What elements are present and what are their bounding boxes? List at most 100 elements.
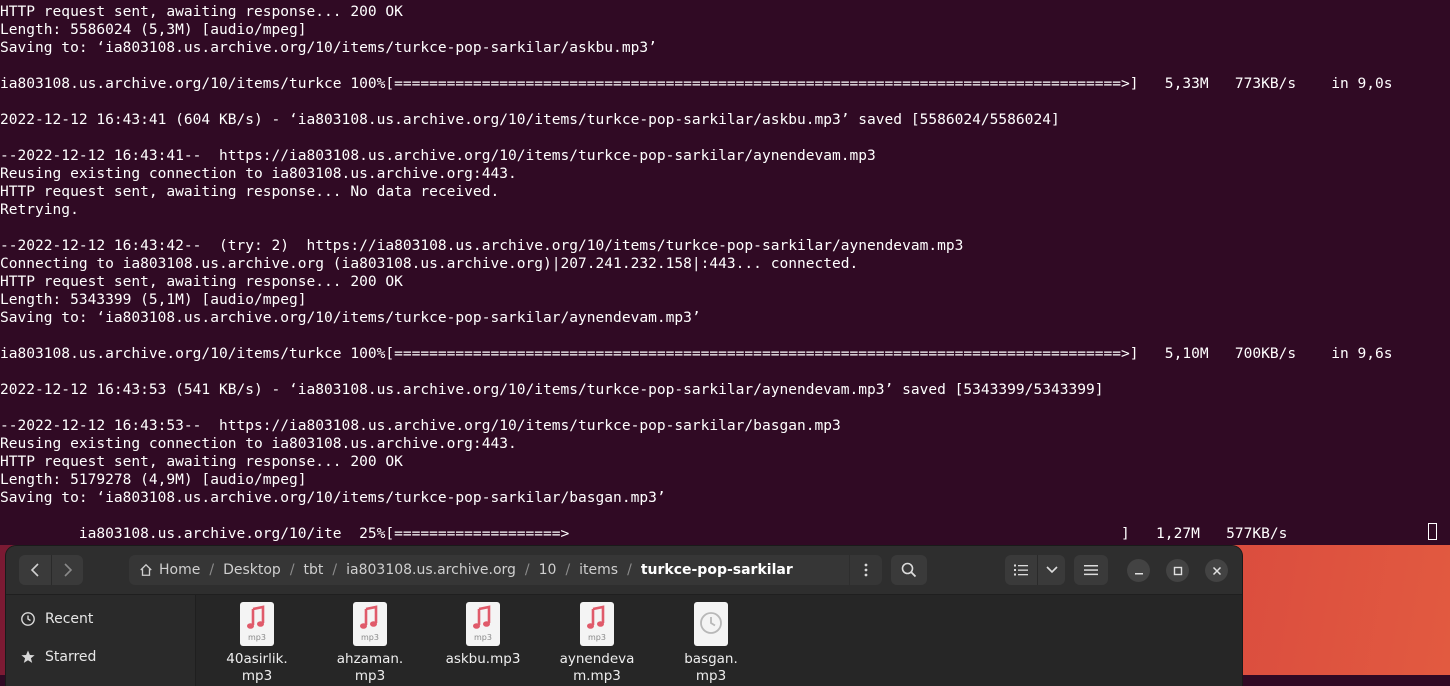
terminal-line: HTTP request sent, awaiting response... …	[0, 3, 403, 20]
terminal-line: Saving to: ‘ia803108.us.archive.org/10/i…	[0, 309, 701, 326]
terminal-line: Length: 5343399 (5,1M) [audio/mpeg]	[0, 291, 307, 308]
terminal-line: ia803108.us.archive.org/10/items/turkce …	[0, 75, 1393, 92]
list-view-button[interactable]	[1005, 555, 1037, 585]
list-view-icon	[1014, 564, 1028, 576]
minimize-button[interactable]	[1127, 559, 1150, 582]
terminal-line: Reusing existing connection to ia803108.…	[0, 165, 517, 182]
file-name: basgan. mp3	[684, 651, 738, 684]
breadcrumb-items[interactable]: items	[579, 562, 618, 578]
terminal-line: Length: 5586024 (5,3M) [audio/mpeg]	[0, 21, 307, 38]
breadcrumb-home[interactable]: Home	[159, 562, 200, 578]
path-menu-button[interactable]	[850, 555, 882, 585]
terminal-line: ia803108.us.archive.org/10/items/turkce …	[0, 345, 1393, 362]
file-name: 40asirlik. mp3	[226, 651, 288, 684]
terminal-output: HTTP request sent, awaiting response... …	[0, 3, 1393, 543]
breadcrumb-separator: /	[524, 562, 530, 578]
file-item[interactable]: mp3 ahzaman. mp3	[330, 602, 410, 685]
breadcrumb-separator: /	[289, 562, 295, 578]
file-type-badge: mp3	[588, 633, 606, 642]
breadcrumb-separator: /	[565, 562, 571, 578]
terminal-cursor	[1428, 523, 1437, 540]
breadcrumb: Home / Desktop / tbt / ia803108.us.archi…	[129, 555, 849, 585]
navigation-buttons	[19, 555, 83, 585]
breadcrumb-desktop[interactable]: Desktop	[223, 562, 281, 578]
close-button[interactable]	[1205, 559, 1228, 582]
file-manager-window[interactable]: Home / Desktop / tbt / ia803108.us.archi…	[6, 546, 1242, 686]
breadcrumb-tbt[interactable]: tbt	[304, 562, 324, 578]
chevron-right-icon	[64, 563, 73, 577]
chevron-left-icon	[30, 563, 39, 577]
back-button[interactable]	[19, 555, 51, 585]
forward-button[interactable]	[51, 555, 84, 585]
terminal-line: Length: 5179278 (4,9M) [audio/mpeg]	[0, 471, 307, 488]
file-name: aynendeva m.mp3	[559, 651, 635, 684]
breadcrumb-archive[interactable]: ia803108.us.archive.org	[346, 562, 516, 578]
terminal-line: HTTP request sent, awaiting response... …	[0, 183, 500, 200]
audio-file-icon: mp3	[353, 602, 387, 646]
file-name: askbu.mp3	[445, 651, 521, 667]
hamburger-menu-icon	[1084, 565, 1098, 576]
terminal-window[interactable]: HTTP request sent, awaiting response... …	[0, 0, 1450, 545]
view-switcher	[1005, 555, 1065, 585]
sidebar-item-label: Starred	[45, 649, 97, 665]
minimize-icon	[1134, 572, 1143, 574]
search-button[interactable]	[891, 555, 927, 585]
terminal-line: ia803108.us.archive.org/10/ite 25%[=====…	[0, 525, 1288, 542]
terminal-line: Reusing existing connection to ia803108.…	[0, 435, 517, 452]
sidebar-item-starred[interactable]: Starred	[20, 645, 96, 669]
terminal-line: Saving to: ‘ia803108.us.archive.org/10/i…	[0, 39, 657, 56]
file-type-badge: mp3	[248, 633, 266, 642]
sidebar-item-label: Recent	[45, 611, 94, 627]
maximize-button[interactable]	[1166, 559, 1189, 582]
terminal-line: Retrying.	[0, 201, 79, 218]
main-menu-button[interactable]	[1074, 555, 1108, 585]
terminal-line: Saving to: ‘ia803108.us.archive.org/10/i…	[0, 489, 666, 506]
breadcrumb-current[interactable]: turkce-pop-sarkilar	[641, 562, 793, 578]
home-icon	[140, 563, 152, 576]
terminal-line: 2022-12-12 16:43:41 (604 KB/s) - ‘ia8031…	[0, 111, 1060, 128]
terminal-line: --2022-12-12 16:43:53-- https://ia803108…	[0, 417, 841, 434]
sidebar-item-recent[interactable]: Recent	[20, 607, 93, 631]
terminal-line: HTTP request sent, awaiting response... …	[0, 273, 403, 290]
header-bar: Home / Desktop / tbt / ia803108.us.archi…	[6, 546, 1242, 595]
file-item[interactable]: basgan. mp3	[671, 602, 751, 685]
music-note-icon: mp3	[247, 605, 266, 642]
clock-icon	[21, 612, 35, 626]
breadcrumb-separator: /	[627, 562, 632, 578]
search-icon	[901, 562, 917, 578]
file-item[interactable]: mp3 40asirlik. mp3	[217, 602, 297, 685]
music-note-icon: mp3	[587, 605, 606, 642]
file-type-badge: mp3	[361, 633, 379, 642]
chevron-down-icon	[1046, 566, 1058, 574]
audio-file-icon: mp3	[580, 602, 614, 646]
terminal-line: --2022-12-12 16:43:41-- https://ia803108…	[0, 147, 876, 164]
terminal-line: Connecting to ia803108.us.archive.org (i…	[0, 255, 859, 272]
close-icon	[1212, 566, 1221, 575]
clock-icon	[700, 612, 722, 634]
vertical-dots-icon	[864, 563, 868, 577]
view-options-button[interactable]	[1037, 555, 1066, 585]
star-icon	[21, 650, 35, 663]
breadcrumb-separator: /	[209, 562, 215, 578]
file-grid: mp3 40asirlik. mp3 mp3 ahzaman. mp3 mp3 …	[196, 595, 1242, 686]
file-type-badge: mp3	[474, 633, 492, 642]
file-item[interactable]: mp3 askbu.mp3	[443, 602, 523, 668]
breadcrumb-separator: /	[332, 562, 338, 578]
file-item[interactable]: mp3 aynendeva m.mp3	[557, 602, 637, 685]
terminal-line: --2022-12-12 16:43:42-- (try: 2) https:/…	[0, 237, 964, 254]
music-note-icon: mp3	[473, 605, 492, 642]
audio-file-icon: mp3	[240, 602, 274, 646]
sidebar: Recent Starred	[6, 595, 196, 686]
music-note-icon: mp3	[360, 605, 379, 642]
breadcrumb-10[interactable]: 10	[539, 562, 557, 578]
terminal-line: 2022-12-12 16:43:53 (541 KB/s) - ‘ia8031…	[0, 381, 1104, 398]
file-name: ahzaman. mp3	[336, 651, 404, 684]
